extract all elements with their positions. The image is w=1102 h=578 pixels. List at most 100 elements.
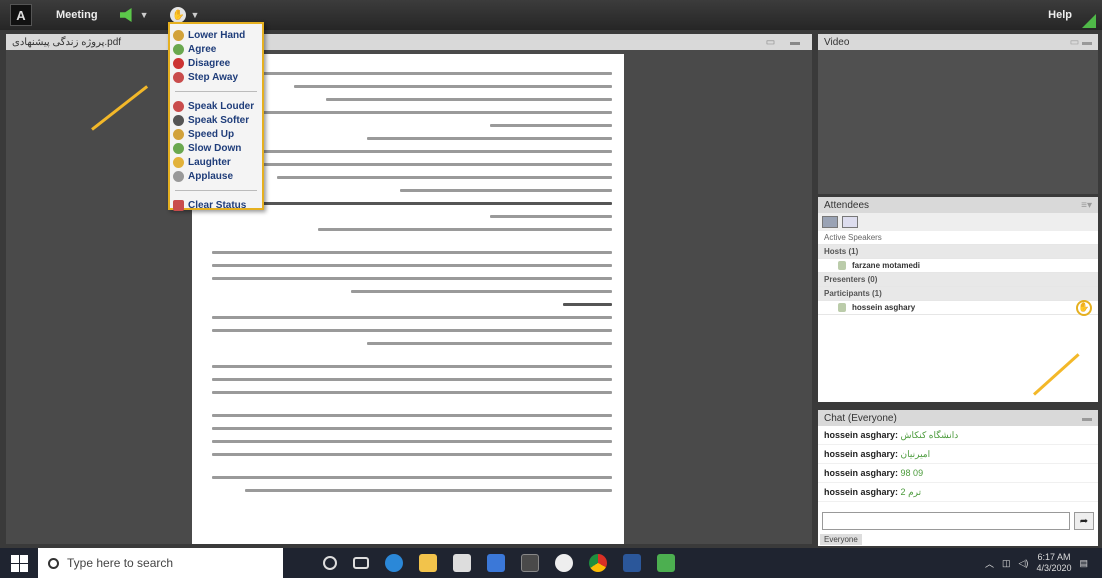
- pod-options-icon[interactable]: ▭ ▬: [1070, 37, 1092, 48]
- speak-louder-icon: [173, 100, 184, 112]
- hosts-group-header[interactable]: Hosts (1): [818, 245, 1098, 259]
- text-line: [399, 189, 612, 192]
- chat-pod: Chat (Everyone) ▬ hossein asghary: دانشگ…: [818, 410, 1098, 546]
- taskbar-search-box[interactable]: Type here to search: [38, 548, 283, 578]
- system-clock[interactable]: 6:17 AM 4/3/2020: [1036, 552, 1071, 574]
- windows-logo-icon: [10, 554, 19, 563]
- menu-item-speak-louder[interactable]: Speak Louder: [173, 99, 259, 113]
- user-icon: [838, 261, 846, 270]
- chat-message: hossein asghary: 98 09: [818, 464, 1098, 483]
- step-away-icon: [173, 71, 184, 83]
- text-line: [228, 202, 612, 205]
- lower-hand-icon: [173, 29, 184, 41]
- video-pod-title: Video: [824, 36, 850, 48]
- text-line: [350, 290, 612, 293]
- edge-icon[interactable]: [385, 554, 403, 572]
- windows-taskbar: Type here to search ︿ ◫ ◁) 6:17 AM 4/3/2…: [0, 548, 1102, 578]
- text-line: [220, 163, 612, 166]
- participants-group-header[interactable]: Participants (1): [818, 287, 1098, 301]
- notifications-icon[interactable]: ▤: [1079, 558, 1088, 569]
- clear-status-icon: [173, 199, 184, 211]
- pod-options-icon[interactable]: ▭ ▬: [766, 37, 806, 48]
- store-icon[interactable]: [453, 554, 471, 572]
- slow-down-icon: [173, 142, 184, 154]
- menu-item-applause[interactable]: Applause: [173, 169, 259, 183]
- adobe-connect-logo: A: [10, 4, 32, 26]
- menu-item-clear-status[interactable]: Clear Status: [173, 198, 259, 212]
- menu-item-laughter[interactable]: Laughter: [173, 155, 259, 169]
- start-button[interactable]: [6, 550, 32, 576]
- word-icon[interactable]: [623, 554, 641, 572]
- raised-hand-icon: ✋: [1076, 299, 1092, 316]
- speed-up-icon: [173, 128, 184, 140]
- attendee-row-participant[interactable]: hossein asghary ✋: [818, 299, 1098, 316]
- chat-message: hossein asghary: ترم 2: [818, 483, 1098, 502]
- menu-divider: [175, 91, 257, 92]
- laughter-icon: [173, 156, 184, 168]
- pod-options-icon[interactable]: ≡▾: [1081, 200, 1092, 211]
- file-explorer-icon[interactable]: [419, 554, 437, 572]
- tray-chevron-icon[interactable]: ︿: [985, 557, 994, 570]
- menu-item-speak-softer[interactable]: Speak Softer: [173, 113, 259, 127]
- menu-item-step-away[interactable]: Step Away: [173, 70, 259, 84]
- mail-icon[interactable]: [487, 554, 505, 572]
- text-line: [212, 251, 612, 254]
- chevron-down-icon: ▼: [190, 10, 200, 20]
- network-icon[interactable]: ◫: [1002, 558, 1011, 569]
- presenters-group-header[interactable]: Presenters (0): [818, 273, 1098, 287]
- send-icon: ➦: [1079, 515, 1089, 527]
- meeting-menu[interactable]: Meeting: [56, 9, 98, 21]
- chat-message-input[interactable]: [822, 512, 1070, 530]
- text-line: [293, 85, 612, 88]
- attendees-toolbar: [818, 213, 1098, 231]
- applause-icon: [173, 170, 184, 182]
- menu-item-slow-down[interactable]: Slow Down: [173, 141, 259, 155]
- text-line: [212, 329, 612, 332]
- chat-message: hossein asghary: دانشگاه کنکاش: [818, 426, 1098, 445]
- send-message-button[interactable]: ➦: [1074, 512, 1094, 530]
- text-line: [212, 427, 612, 430]
- menu-divider: [175, 190, 257, 191]
- text-line: [212, 264, 612, 267]
- text-line: [220, 111, 612, 114]
- menu-item-disagree[interactable]: Disagree: [173, 56, 259, 70]
- chat-message: hossein asghary: امیرنیان: [818, 445, 1098, 464]
- text-line: [212, 476, 612, 479]
- text-line: [212, 316, 612, 319]
- media-player-icon[interactable]: [555, 554, 573, 572]
- pod-options-icon[interactable]: ▬: [1082, 413, 1092, 424]
- help-menu[interactable]: Help: [1048, 9, 1072, 21]
- disagree-icon: [173, 57, 184, 69]
- menu-item-speed-up[interactable]: Speed Up: [173, 127, 259, 141]
- cortana-icon[interactable]: [323, 556, 337, 570]
- menu-item-lower-hand[interactable]: Lower Hand: [173, 28, 259, 42]
- search-icon: [48, 557, 59, 569]
- meeting-menubar: A Meeting ▼ ✋ ▼ Help: [0, 0, 1102, 30]
- attendee-row-host[interactable]: farzane motamedi: [818, 259, 1098, 273]
- speaker-toggle-button[interactable]: ▼: [119, 8, 149, 22]
- volume-icon[interactable]: ◁): [1019, 558, 1029, 569]
- network-status-icon: [1082, 14, 1096, 28]
- menu-item-agree[interactable]: Agree: [173, 42, 259, 56]
- video-pod: Video ▭ ▬: [818, 34, 1098, 194]
- active-speakers-row: Active Speakers: [818, 231, 1098, 245]
- connect-app-icon[interactable]: [521, 554, 539, 572]
- chat-tab-everyone[interactable]: Everyone: [820, 534, 862, 545]
- list-view-icon[interactable]: [822, 216, 838, 228]
- status-button[interactable]: ✋ ▼: [170, 7, 199, 23]
- text-line: [236, 72, 612, 75]
- taskbar-pinned-apps: [323, 554, 675, 572]
- chrome-icon[interactable]: [589, 554, 607, 572]
- chat-pod-title: Chat (Everyone): [824, 412, 897, 424]
- chevron-down-icon: ▼: [139, 10, 149, 20]
- attendees-pod-header: Attendees ≡▾: [818, 197, 1098, 213]
- sort-icon[interactable]: [842, 216, 858, 228]
- app-icon[interactable]: [657, 554, 675, 572]
- task-view-icon[interactable]: [353, 557, 369, 569]
- chat-pod-header: Chat (Everyone) ▬: [818, 410, 1098, 426]
- text-line: [367, 137, 612, 140]
- text-line: [489, 124, 612, 127]
- text-line: [212, 414, 612, 417]
- speak-softer-icon: [173, 114, 184, 126]
- raise-hand-icon: ✋: [170, 7, 187, 23]
